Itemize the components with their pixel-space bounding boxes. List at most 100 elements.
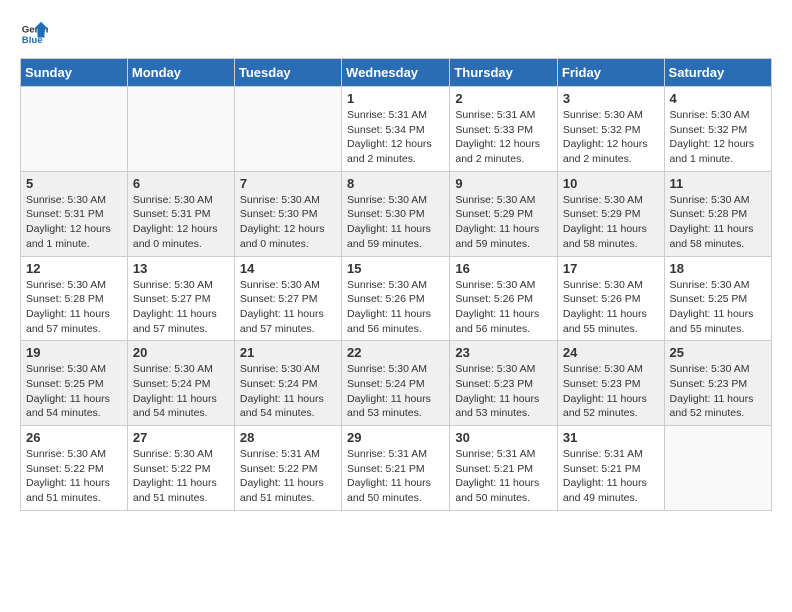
day-info: Sunrise: 5:31 AM Sunset: 5:33 PM Dayligh…: [455, 108, 552, 167]
day-number: 27: [133, 430, 229, 445]
day-number: 1: [347, 91, 444, 106]
calendar-day: 7 Sunrise: 5:30 AM Sunset: 5:30 PM Daylig…: [234, 171, 341, 256]
day-number: 31: [563, 430, 659, 445]
weekday-header: SundayMondayTuesdayWednesdayThursdayFrid…: [21, 59, 772, 87]
calendar-day: 17Sunrise: 5:30 AM Sunset: 5:26 PM Dayli…: [557, 256, 664, 341]
day-info: Sunrise: 5:31 AM Sunset: 5:34 PM Dayligh…: [347, 108, 444, 167]
calendar-day: 18 Sunrise: 5:30 AM Sunset: 5:25 PM Dayli…: [664, 256, 771, 341]
calendar-day: 21Sunrise: 5:30 AM Sunset: 5:24 PM Dayli…: [234, 341, 341, 426]
calendar-day: 30 Sunrise: 5:31 AM Sunset: 5:21 PM Dayli…: [450, 426, 558, 511]
day-info: Sunrise: 5:30 AM Sunset: 5:28 PM Dayligh…: [670, 193, 766, 252]
calendar-day: 23 Sunrise: 5:30 AM Sunset: 5:23 PM Dayli…: [450, 341, 558, 426]
day-number: 10: [563, 176, 659, 191]
day-info: Sunrise: 5:30 AM Sunset: 5:29 PM Dayligh…: [455, 193, 552, 252]
calendar-day: [127, 87, 234, 172]
calendar-day: 14Sunrise: 5:30 AM Sunset: 5:27 PM Dayli…: [234, 256, 341, 341]
day-info: Sunrise: 5:30 AM Sunset: 5:24 PM Dayligh…: [347, 362, 444, 421]
calendar-day: 25 Sunrise: 5:30 AM Sunset: 5:23 PM Dayli…: [664, 341, 771, 426]
day-info: Sunrise: 5:30 AM Sunset: 5:23 PM Dayligh…: [455, 362, 552, 421]
day-number: 4: [670, 91, 766, 106]
day-info: Sunrise: 5:30 AM Sunset: 5:29 PM Dayligh…: [563, 193, 659, 252]
weekday-header-saturday: Saturday: [664, 59, 771, 87]
logo: General Blue: [20, 20, 48, 48]
day-number: 6: [133, 176, 229, 191]
day-info: Sunrise: 5:30 AM Sunset: 5:32 PM Dayligh…: [563, 108, 659, 167]
day-number: 18: [670, 261, 766, 276]
weekday-header-wednesday: Wednesday: [342, 59, 450, 87]
calendar-day: 5Sunrise: 5:30 AM Sunset: 5:31 PM Daylig…: [21, 171, 128, 256]
day-info: Sunrise: 5:31 AM Sunset: 5:21 PM Dayligh…: [455, 447, 552, 506]
calendar-day: [21, 87, 128, 172]
day-info: Sunrise: 5:30 AM Sunset: 5:22 PM Dayligh…: [133, 447, 229, 506]
day-info: Sunrise: 5:30 AM Sunset: 5:23 PM Dayligh…: [563, 362, 659, 421]
calendar-week-1: 5Sunrise: 5:30 AM Sunset: 5:31 PM Daylig…: [21, 171, 772, 256]
day-number: 15: [347, 261, 444, 276]
calendar-day: 10 Sunrise: 5:30 AM Sunset: 5:29 PM Dayli…: [557, 171, 664, 256]
day-info: Sunrise: 5:30 AM Sunset: 5:25 PM Dayligh…: [26, 362, 122, 421]
weekday-header-monday: Monday: [127, 59, 234, 87]
day-number: 11: [670, 176, 766, 191]
calendar-day: 24 Sunrise: 5:30 AM Sunset: 5:23 PM Dayli…: [557, 341, 664, 426]
day-number: 9: [455, 176, 552, 191]
day-number: 21: [240, 345, 336, 360]
calendar-day: 8 Sunrise: 5:30 AM Sunset: 5:30 PM Daylig…: [342, 171, 450, 256]
day-number: 13: [133, 261, 229, 276]
calendar-day: 2 Sunrise: 5:31 AM Sunset: 5:33 PM Daylig…: [450, 87, 558, 172]
calendar-day: 3 Sunrise: 5:30 AM Sunset: 5:32 PM Daylig…: [557, 87, 664, 172]
day-info: Sunrise: 5:30 AM Sunset: 5:32 PM Dayligh…: [670, 108, 766, 167]
weekday-header-friday: Friday: [557, 59, 664, 87]
calendar: SundayMondayTuesdayWednesdayThursdayFrid…: [20, 58, 772, 511]
weekday-header-sunday: Sunday: [21, 59, 128, 87]
calendar-day: 27 Sunrise: 5:30 AM Sunset: 5:22 PM Dayli…: [127, 426, 234, 511]
day-info: Sunrise: 5:31 AM Sunset: 5:21 PM Dayligh…: [347, 447, 444, 506]
day-number: 23: [455, 345, 552, 360]
calendar-day: [234, 87, 341, 172]
day-number: 19: [26, 345, 122, 360]
day-info: Sunrise: 5:30 AM Sunset: 5:30 PM Dayligh…: [240, 193, 336, 252]
day-info: Sunrise: 5:30 AM Sunset: 5:25 PM Dayligh…: [670, 278, 766, 337]
calendar-day: 20 Sunrise: 5:30 AM Sunset: 5:24 PM Dayli…: [127, 341, 234, 426]
calendar-day: 9 Sunrise: 5:30 AM Sunset: 5:29 PM Daylig…: [450, 171, 558, 256]
day-info: Sunrise: 5:30 AM Sunset: 5:28 PM Dayligh…: [26, 278, 122, 337]
day-number: 2: [455, 91, 552, 106]
day-info: Sunrise: 5:30 AM Sunset: 5:31 PM Dayligh…: [133, 193, 229, 252]
day-number: 29: [347, 430, 444, 445]
day-info: Sunrise: 5:30 AM Sunset: 5:27 PM Dayligh…: [240, 278, 336, 337]
day-info: Sunrise: 5:30 AM Sunset: 5:24 PM Dayligh…: [133, 362, 229, 421]
calendar-day: 4 Sunrise: 5:30 AM Sunset: 5:32 PM Daylig…: [664, 87, 771, 172]
day-number: 7: [240, 176, 336, 191]
day-number: 22: [347, 345, 444, 360]
calendar-day: 31 Sunrise: 5:31 AM Sunset: 5:21 PM Dayli…: [557, 426, 664, 511]
calendar-day: 22 Sunrise: 5:30 AM Sunset: 5:24 PM Dayli…: [342, 341, 450, 426]
day-number: 17: [563, 261, 659, 276]
day-number: 3: [563, 91, 659, 106]
day-number: 24: [563, 345, 659, 360]
day-number: 28: [240, 430, 336, 445]
day-number: 30: [455, 430, 552, 445]
day-info: Sunrise: 5:30 AM Sunset: 5:26 PM Dayligh…: [347, 278, 444, 337]
calendar-day: 16Sunrise: 5:30 AM Sunset: 5:26 PM Dayli…: [450, 256, 558, 341]
day-number: 20: [133, 345, 229, 360]
day-info: Sunrise: 5:30 AM Sunset: 5:31 PM Dayligh…: [26, 193, 122, 252]
calendar-day: 19 Sunrise: 5:30 AM Sunset: 5:25 PM Dayli…: [21, 341, 128, 426]
calendar-day: [664, 426, 771, 511]
calendar-day: 12Sunrise: 5:30 AM Sunset: 5:28 PM Dayli…: [21, 256, 128, 341]
calendar-day: 6 Sunrise: 5:30 AM Sunset: 5:31 PM Daylig…: [127, 171, 234, 256]
day-number: 25: [670, 345, 766, 360]
day-number: 16: [455, 261, 552, 276]
calendar-week-0: 1 Sunrise: 5:31 AM Sunset: 5:34 PM Daylig…: [21, 87, 772, 172]
day-number: 8: [347, 176, 444, 191]
calendar-day: 15 Sunrise: 5:30 AM Sunset: 5:26 PM Dayli…: [342, 256, 450, 341]
calendar-week-3: 19 Sunrise: 5:30 AM Sunset: 5:25 PM Dayli…: [21, 341, 772, 426]
day-info: Sunrise: 5:30 AM Sunset: 5:23 PM Dayligh…: [670, 362, 766, 421]
day-info: Sunrise: 5:30 AM Sunset: 5:27 PM Dayligh…: [133, 278, 229, 337]
calendar-week-2: 12Sunrise: 5:30 AM Sunset: 5:28 PM Dayli…: [21, 256, 772, 341]
day-info: Sunrise: 5:30 AM Sunset: 5:30 PM Dayligh…: [347, 193, 444, 252]
day-info: Sunrise: 5:31 AM Sunset: 5:21 PM Dayligh…: [563, 447, 659, 506]
calendar-day: 11 Sunrise: 5:30 AM Sunset: 5:28 PM Dayli…: [664, 171, 771, 256]
calendar-day: 1 Sunrise: 5:31 AM Sunset: 5:34 PM Daylig…: [342, 87, 450, 172]
day-info: Sunrise: 5:30 AM Sunset: 5:22 PM Dayligh…: [26, 447, 122, 506]
calendar-day: 26 Sunrise: 5:30 AM Sunset: 5:22 PM Dayli…: [21, 426, 128, 511]
day-number: 26: [26, 430, 122, 445]
weekday-header-thursday: Thursday: [450, 59, 558, 87]
